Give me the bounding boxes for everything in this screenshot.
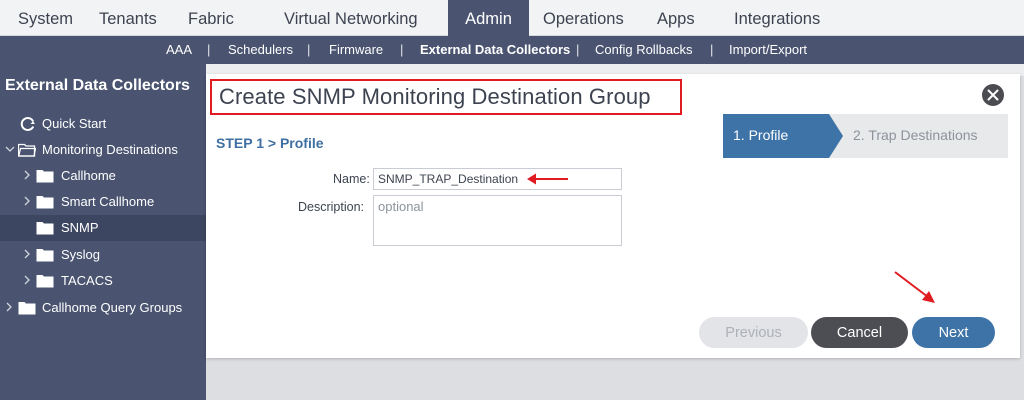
chevron-down-icon[interactable] <box>5 143 15 155</box>
subnav-separator: | <box>710 42 714 57</box>
chevron-right-icon[interactable] <box>22 248 32 260</box>
sidebar-item-label: Callhome Query Groups <box>42 300 183 315</box>
annotation-arrow-left-icon <box>527 173 568 185</box>
sidebar-item-callhome[interactable]: Callhome <box>0 163 206 189</box>
chevron-right-icon[interactable] <box>22 169 32 181</box>
tab-fabric[interactable]: Fabric <box>188 0 234 36</box>
close-button[interactable] <box>982 84 1004 106</box>
name-input[interactable] <box>373 168 622 190</box>
tab-tenants[interactable]: Tenants <box>99 0 157 36</box>
wizard-step-label: 1. Profile <box>733 127 789 143</box>
sidebar-item-label: Monitoring Destinations <box>42 142 178 157</box>
wizard-step-trap-destinations[interactable]: 2. Trap Destinations <box>829 114 1008 158</box>
cancel-button[interactable]: Cancel <box>811 317 908 348</box>
tab-virtual-networking[interactable]: Virtual Networking <box>284 0 418 36</box>
sidebar-item-quick-start[interactable]: Quick Start <box>0 111 206 137</box>
folder-icon <box>36 196 54 209</box>
next-button[interactable]: Next <box>912 317 995 348</box>
create-snmp-dialog: Create SNMP Monitoring Destination Group… <box>206 74 1020 358</box>
subnav-separator: | <box>307 42 311 57</box>
wizard-step-label: 2. Trap Destinations <box>853 127 978 143</box>
folder-icon <box>36 249 54 262</box>
subnav-separator: | <box>207 42 211 57</box>
subnav-aaa[interactable]: AAA <box>166 36 192 64</box>
top-nav: System Tenants Fabric Virtual Networking… <box>0 0 1024 36</box>
subnav-separator: | <box>576 42 580 57</box>
sidebar-item-monitoring-destinations[interactable]: Monitoring Destinations <box>0 137 206 163</box>
sidebar-item-label: Callhome <box>61 168 116 183</box>
folder-open-icon <box>18 143 36 157</box>
folder-icon <box>36 222 54 235</box>
chevron-right-icon[interactable] <box>4 301 14 313</box>
chevron-right-icon[interactable] <box>22 274 32 286</box>
tab-integrations[interactable]: Integrations <box>734 0 820 36</box>
previous-button[interactable]: Previous <box>699 317 808 348</box>
folder-icon <box>36 275 54 288</box>
tab-admin[interactable]: Admin <box>448 0 529 36</box>
sidebar-item-smart-callhome[interactable]: Smart Callhome <box>0 189 206 215</box>
description-label: Description: <box>298 200 364 214</box>
subnav-schedulers[interactable]: Schedulers <box>228 36 293 64</box>
sidebar-item-label: Quick Start <box>42 116 107 131</box>
close-icon <box>987 89 999 101</box>
subnav-external-data-collectors[interactable]: External Data Collectors <box>420 36 570 64</box>
folder-icon <box>36 170 54 183</box>
tab-apps[interactable]: Apps <box>657 0 695 36</box>
tab-system[interactable]: System <box>18 0 73 36</box>
dialog-title: Create SNMP Monitoring Destination Group <box>219 84 651 109</box>
folder-icon <box>18 302 36 315</box>
sidebar-item-callhome-query-groups[interactable]: Callhome Query Groups <box>0 295 206 321</box>
wizard-step-arrow <box>829 114 843 158</box>
subnav-separator: | <box>400 42 404 57</box>
description-input[interactable] <box>373 195 622 246</box>
sidebar-item-label: Syslog <box>61 247 101 262</box>
sub-nav: AAA | Schedulers | Firmware | External D… <box>0 36 1024 64</box>
sidebar-item-syslog[interactable]: Syslog <box>0 242 206 268</box>
sidebar-item-label: SNMP <box>61 220 99 235</box>
sidebar: External Data Collectors Quick Start Mon… <box>0 64 206 400</box>
subnav-config-rollbacks[interactable]: Config Rollbacks <box>595 36 693 64</box>
chevron-right-icon[interactable] <box>22 195 32 207</box>
sidebar-item-label: TACACS <box>61 273 113 288</box>
subnav-firmware[interactable]: Firmware <box>329 36 383 64</box>
sidebar-item-label: Smart Callhome <box>61 194 155 209</box>
sidebar-title: External Data Collectors <box>5 77 190 94</box>
name-label: Name: <box>333 172 370 186</box>
subnav-import-export[interactable]: Import/Export <box>729 36 807 64</box>
sidebar-item-snmp[interactable]: SNMP <box>0 215 206 241</box>
quick-start-icon <box>20 117 35 131</box>
wizard-step-profile[interactable]: 1. Profile <box>723 114 829 158</box>
sidebar-item-tacacs[interactable]: TACACS <box>0 268 206 294</box>
wizard-steps: 2. Trap Destinations 1. Profile <box>723 114 1008 158</box>
step-heading: STEP 1 > Profile <box>216 135 324 151</box>
annotation-arrow-diagonal-icon <box>894 271 935 303</box>
tab-operations[interactable]: Operations <box>543 0 624 36</box>
title-highlight-box: Create SNMP Monitoring Destination Group <box>210 79 682 115</box>
